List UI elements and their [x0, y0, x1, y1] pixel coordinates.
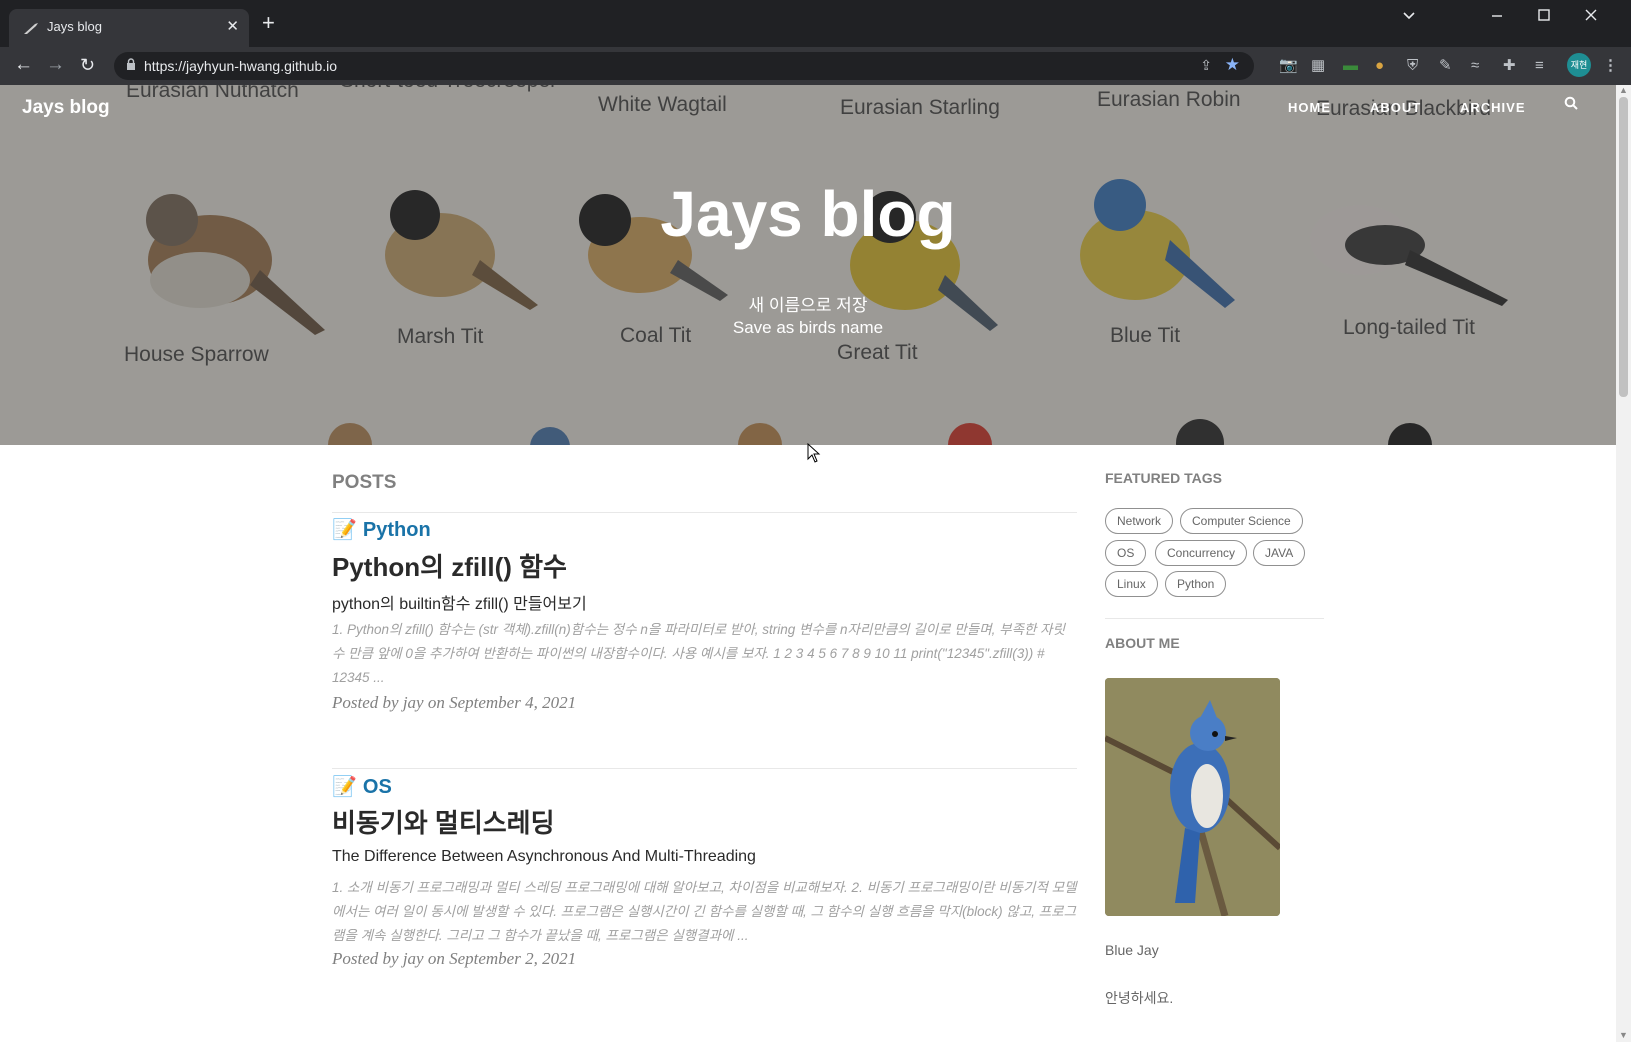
scroll-up-arrow-icon[interactable]: ▲: [1619, 85, 1628, 95]
divider: [332, 512, 1077, 513]
close-window-icon[interactable]: [1584, 8, 1598, 27]
page-viewport: Eurasian Nuthatch Short-toed Treecreeper…: [0, 85, 1616, 1042]
nav-home-link[interactable]: HOME: [1288, 100, 1331, 115]
post-category-link[interactable]: 📝 Python: [332, 517, 431, 542]
post-excerpt: 1. 소개 비동기 프로그래밍과 멀티 스레딩 프로그래밍에 대해 알아보고, …: [332, 880, 1077, 943]
site-brand-link[interactable]: Jays blog: [22, 97, 110, 119]
new-tab-icon[interactable]: +: [262, 12, 275, 34]
mouse-cursor-icon: [807, 443, 821, 463]
green-extension-icon[interactable]: ▬: [1343, 57, 1358, 75]
about-greeting: 안녕하세요.: [1105, 990, 1174, 1006]
posts-heading: POSTS: [332, 472, 397, 493]
menu-kebab-icon[interactable]: ⋮: [1603, 57, 1618, 75]
post-meta: Posted by jay on September 4, 2021: [332, 693, 577, 712]
tag-python[interactable]: Python: [1165, 571, 1227, 597]
share-icon[interactable]: ⇪: [1200, 57, 1212, 74]
search-icon[interactable]: [1564, 96, 1578, 115]
bookmark-star-icon[interactable]: ★: [1225, 55, 1240, 75]
hero-header: Eurasian Nuthatch Short-toed Treecreeper…: [0, 85, 1616, 445]
photo-caption: Blue Jay: [1105, 942, 1159, 958]
tab-title: Jays blog: [47, 19, 102, 34]
hero-title: Jays blog: [660, 178, 956, 250]
memo-icon: 📝: [332, 776, 357, 798]
divider: [1105, 618, 1324, 619]
bird-favicon-icon: [23, 21, 39, 37]
minimize-icon[interactable]: [1490, 8, 1504, 27]
page-scrollbar[interactable]: ▲ ▼: [1616, 85, 1631, 1042]
post-title-link[interactable]: Python의 zfill() 함수: [332, 547, 567, 584]
camera-extension-icon[interactable]: 📷: [1279, 57, 1298, 75]
hero-overlay: [0, 85, 1616, 445]
maximize-icon[interactable]: [1537, 8, 1551, 27]
turtle-extension-icon[interactable]: ≈: [1471, 57, 1479, 75]
tab-search-chevron-icon[interactable]: [1402, 8, 1416, 27]
cookie-extension-icon[interactable]: ●: [1375, 57, 1384, 75]
post-title-link[interactable]: 비동기와 멀티스레딩: [332, 803, 555, 840]
lock-icon[interactable]: [126, 58, 136, 74]
featured-tags-heading: FEATURED TAGS: [1105, 470, 1222, 486]
nav-about-link[interactable]: ABOUT: [1370, 100, 1421, 115]
tag-os[interactable]: OS: [1105, 540, 1147, 566]
reload-icon[interactable]: ↻: [80, 55, 95, 75]
post-category-label[interactable]: Python: [363, 519, 431, 541]
translate-extension-icon[interactable]: ▦: [1311, 57, 1325, 75]
tag-java[interactable]: JAVA: [1253, 540, 1306, 566]
tag-network[interactable]: Network: [1105, 508, 1174, 534]
blue-jay-photo: [1105, 678, 1280, 916]
tag-computer-science[interactable]: Computer Science: [1180, 508, 1303, 534]
post-meta: Posted by jay on September 2, 2021: [332, 949, 577, 968]
profile-avatar[interactable]: 재현: [1567, 53, 1591, 77]
reading-list-icon[interactable]: ≡: [1535, 57, 1544, 75]
post-subtitle[interactable]: python의 builtin함수 zfill() 만들어보기: [332, 590, 587, 614]
back-icon[interactable]: ←: [14, 55, 33, 75]
hero-subtitle-english: Save as birds name: [732, 318, 884, 337]
about-me-heading: ABOUT ME: [1105, 635, 1180, 651]
post-category-link[interactable]: 📝 OS: [332, 774, 392, 799]
shield-extension-icon[interactable]: ⛨: [1407, 57, 1418, 75]
scrollbar-thumb[interactable]: [1619, 97, 1628, 397]
browser-tabbar: Jays blog ✕ +: [0, 0, 1631, 47]
tag-linux[interactable]: Linux: [1105, 571, 1158, 597]
close-tab-icon[interactable]: ✕: [226, 17, 239, 35]
tag-concurrency[interactable]: Concurrency: [1155, 540, 1248, 566]
browser-toolbar: ← → ↻ https://jayhyun-hwang.github.io ⇪ …: [0, 47, 1631, 85]
browser-tab[interactable]: Jays blog ✕: [9, 9, 249, 47]
post-excerpt: 1. Python의 zfill() 함수는 (str 객체).zfill(n)…: [332, 622, 1066, 685]
puzzle-extensions-icon[interactable]: ✚: [1503, 57, 1516, 75]
address-bar[interactable]: https://jayhyun-hwang.github.io ⇪ ★: [114, 52, 1254, 80]
post-subtitle[interactable]: The Difference Between Asynchronous And …: [332, 848, 756, 866]
post-category-label[interactable]: OS: [363, 776, 392, 798]
divider: [332, 768, 1077, 769]
memo-icon: 📝: [332, 519, 357, 541]
url-text[interactable]: https://jayhyun-hwang.github.io: [144, 58, 337, 74]
hero-subtitle-korean: 새 이름으로 저장: [748, 296, 868, 315]
forward-icon[interactable]: →: [46, 55, 65, 75]
scroll-down-arrow-icon[interactable]: ▼: [1619, 1030, 1628, 1040]
nav-archive-link[interactable]: ARCHIVE: [1460, 100, 1526, 115]
pen-extension-icon[interactable]: ✎: [1439, 57, 1452, 75]
